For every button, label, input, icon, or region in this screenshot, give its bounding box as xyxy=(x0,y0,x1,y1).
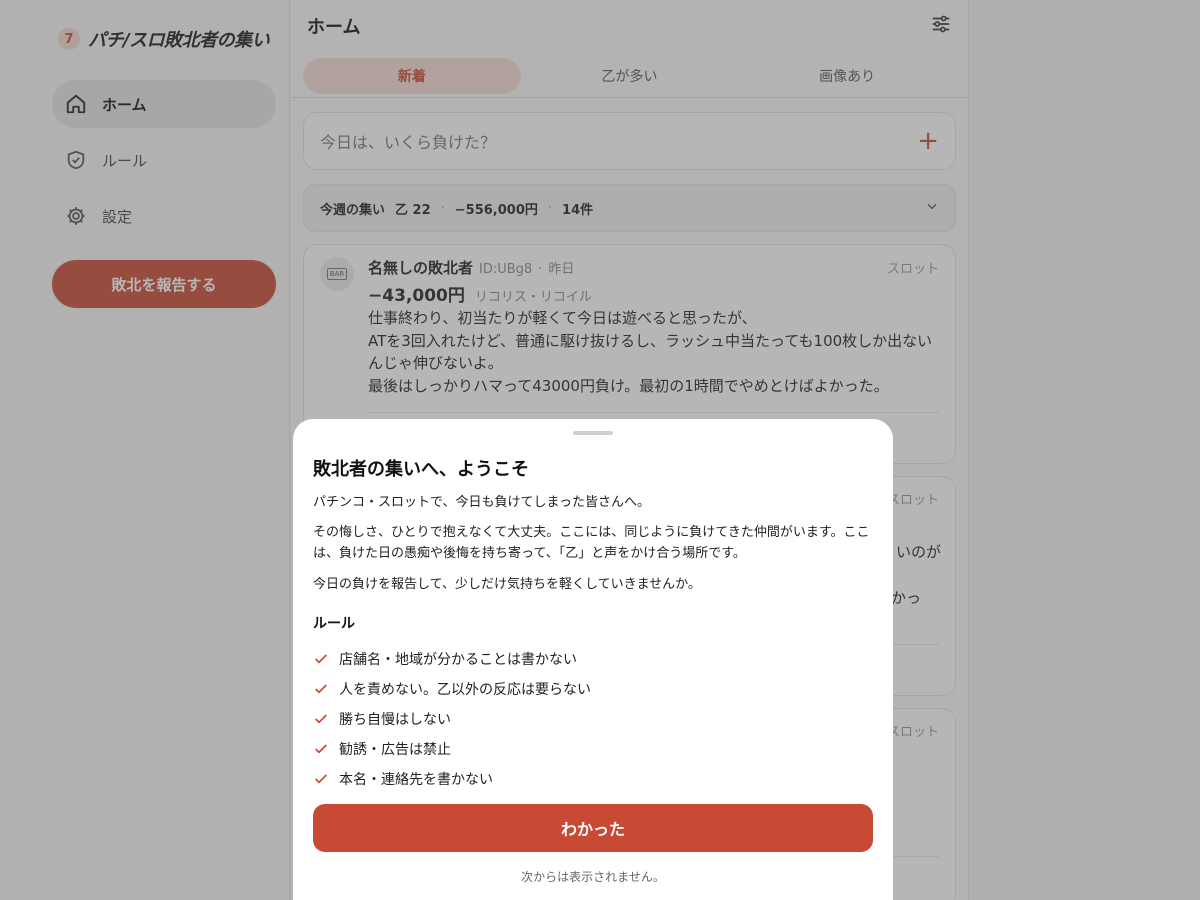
sheet-paragraph: 今日の負けを報告して、少しだけ気持ちを軽くしていきませんか。 xyxy=(313,577,701,592)
rule-text: 人を責めない。乙以外の反応は要らない xyxy=(339,682,591,698)
rule-text: 勧誘・広告は禁止 xyxy=(339,742,451,758)
check-icon xyxy=(313,651,329,667)
check-icon xyxy=(313,741,329,757)
sheet-drag-handle[interactable] xyxy=(573,431,613,435)
rules-heading: ルール xyxy=(313,616,355,632)
rule-item: 勝ち自慢はしない xyxy=(313,709,451,729)
rule-item: 人を責めない。乙以外の反応は要らない xyxy=(313,679,591,699)
welcome-sheet: 敗北者の集いへ、ようこそ パチンコ・スロットで、今日も負けてしまった皆さんへ。 … xyxy=(293,419,893,900)
check-icon xyxy=(313,681,329,697)
check-icon xyxy=(313,711,329,727)
rule-text: 本名・連絡先を書かない xyxy=(339,772,493,788)
understood-button[interactable]: わかった xyxy=(313,804,873,852)
rule-item: 勧誘・広告は禁止 xyxy=(313,739,451,759)
rule-text: 店舗名・地域が分かることは書かない xyxy=(339,652,577,668)
rule-text: 勝ち自慢はしない xyxy=(339,712,451,728)
check-icon xyxy=(313,771,329,787)
sheet-paragraph: その悔しさ、ひとりで抱えなくて大丈夫。ここには、同じように負けてきた仲間がいます… xyxy=(313,525,870,561)
rule-item: 本名・連絡先を書かない xyxy=(313,769,493,789)
sheet-title: 敗北者の集いへ、ようこそ xyxy=(313,459,529,480)
rule-item: 店舗名・地域が分かることは書かない xyxy=(313,649,577,669)
sheet-paragraph: パチンコ・スロットで、今日も負けてしまった皆さんへ。 xyxy=(313,495,650,510)
sheet-note: 次からは表示されません。 xyxy=(521,870,665,884)
